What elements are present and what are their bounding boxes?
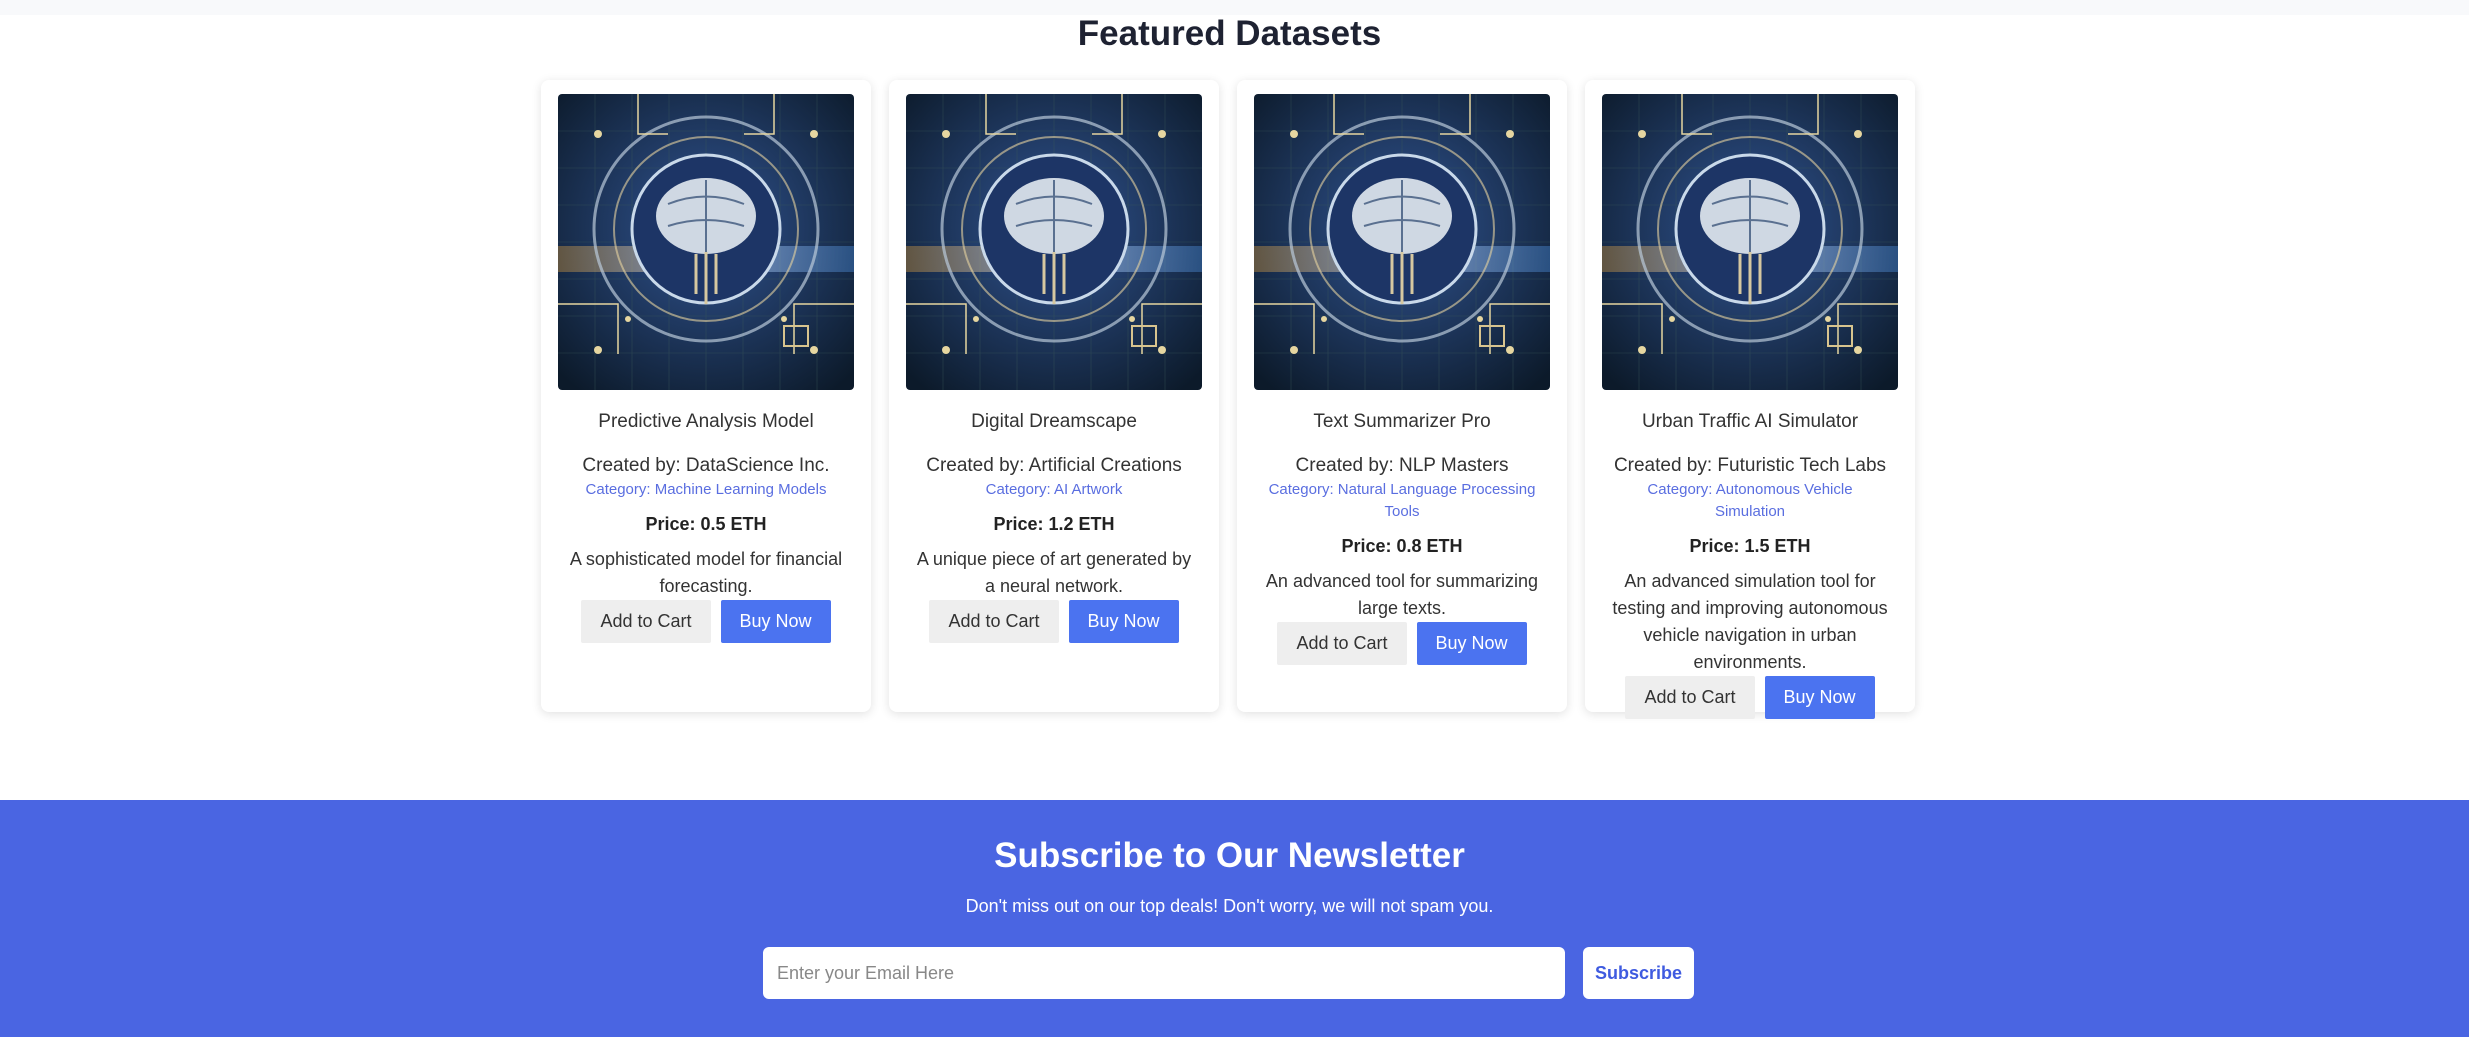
product-name[interactable]: Predictive Analysis Model (558, 410, 854, 434)
product-card: Digital Dreamscape Created by: Artificia… (889, 80, 1219, 712)
newsletter-section: Subscribe to Our Newsletter Don't miss o… (0, 800, 2469, 1037)
product-category: Category: Natural Language Processing To… (1268, 481, 1536, 520)
product-price: Price: 1.2 ETH (993, 514, 1115, 534)
product-card: Urban Traffic AI Simulator Created by: F… (1585, 80, 1915, 719)
email-input[interactable] (763, 947, 1565, 999)
newsletter-subtitle: Don't miss out on our top deals! Don't w… (965, 896, 1494, 916)
product-price: Price: 0.5 ETH (645, 514, 767, 534)
product-card: Text Summarizer Pro Created by: NLP Mast… (1237, 80, 1567, 712)
product-description: An advanced tool for summarizing large t… (1265, 571, 1539, 618)
product-creator: Created by: Artificial Creations (926, 455, 1182, 476)
product-category: Category: Machine Learning Models (585, 481, 827, 498)
subscribe-button[interactable]: Subscribe (1583, 947, 1694, 999)
product-description: An advanced simulation tool for testing … (1612, 571, 1888, 672)
product-image[interactable] (1602, 94, 1898, 390)
product-creator: Created by: DataScience Inc. (582, 455, 830, 476)
buy-now-button[interactable]: Buy Now (1764, 676, 1875, 719)
product-image[interactable] (558, 94, 854, 390)
add-to-cart-button[interactable]: Add to Cart (581, 600, 711, 643)
add-to-cart-button[interactable]: Add to Cart (1625, 676, 1755, 719)
product-name[interactable]: Digital Dreamscape (906, 410, 1202, 434)
product-actions: Add to Cart Buy Now (1254, 622, 1550, 665)
product-creator: Created by: NLP Masters (1295, 455, 1509, 476)
product-category: Category: Autonomous Vehicle Simulation (1647, 481, 1853, 520)
product-description: A sophisticated model for financial fore… (569, 549, 843, 596)
newsletter-title: Subscribe to Our Newsletter (994, 836, 1465, 875)
product-grid: Predictive Analysis Model Created by: Da… (541, 80, 1915, 719)
product-price: Price: 0.8 ETH (1341, 536, 1463, 556)
section-title: Featured Datasets (1077, 14, 1382, 53)
product-actions: Add to Cart Buy Now (1602, 676, 1898, 719)
add-to-cart-button[interactable]: Add to Cart (929, 600, 1059, 643)
product-price: Price: 1.5 ETH (1689, 536, 1811, 556)
buy-now-button[interactable]: Buy Now (720, 600, 831, 643)
product-image[interactable] (906, 94, 1202, 390)
product-category: Category: AI Artwork (985, 481, 1123, 498)
add-to-cart-button[interactable]: Add to Cart (1277, 622, 1407, 665)
ai-brain-circuit-image (558, 94, 854, 390)
ai-brain-circuit-image (1254, 94, 1550, 390)
buy-now-button[interactable]: Buy Now (1416, 622, 1527, 665)
product-name[interactable]: Urban Traffic AI Simulator (1602, 410, 1898, 434)
product-name[interactable]: Text Summarizer Pro (1254, 410, 1550, 434)
product-description: A unique piece of art generated by a neu… (916, 549, 1192, 596)
ai-brain-circuit-image (1602, 94, 1898, 390)
product-image[interactable] (1254, 94, 1550, 390)
newsletter-form: Subscribe (763, 947, 1694, 999)
ai-brain-circuit-image (906, 94, 1202, 390)
product-actions: Add to Cart Buy Now (906, 600, 1202, 643)
product-card: Predictive Analysis Model Created by: Da… (541, 80, 871, 712)
buy-now-button[interactable]: Buy Now (1068, 600, 1179, 643)
product-actions: Add to Cart Buy Now (558, 600, 854, 643)
product-creator: Created by: Futuristic Tech Labs (1613, 455, 1887, 476)
